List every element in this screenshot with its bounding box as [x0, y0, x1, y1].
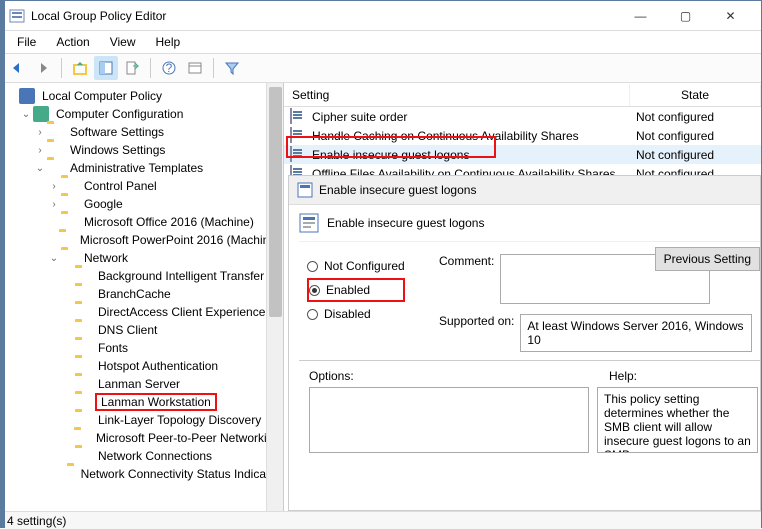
tree-lanman-workstation[interactable]: Lanman Workstation: [95, 393, 217, 411]
computer-icon: [33, 106, 49, 122]
back-button[interactable]: [5, 56, 29, 80]
menu-view[interactable]: View: [102, 33, 144, 51]
column-headers: Setting State: [284, 83, 761, 107]
settings-row[interactable]: Enable insecure guest logons Not configu…: [284, 145, 761, 164]
twisty-icon[interactable]: ⌄: [47, 253, 61, 264]
tree-root[interactable]: Local Computer Policy: [39, 88, 165, 104]
tree-pane: Local Computer Policy ⌄ Computer Configur…: [1, 83, 284, 511]
tree-scrollbar[interactable]: [266, 83, 283, 511]
tree-bits[interactable]: Background Intelligent Transfer: [95, 268, 267, 284]
dialog-title: Enable insecure guest logons: [319, 183, 476, 197]
setting-name: Handle Caching on Continuous Availabilit…: [312, 129, 636, 143]
tree-google[interactable]: Google: [81, 196, 126, 212]
setting-icon: [290, 127, 292, 143]
twisty-icon[interactable]: ›: [33, 127, 47, 138]
tree-computer-config[interactable]: Computer Configuration: [53, 106, 186, 122]
window-title: Local Group Policy Editor: [31, 9, 618, 23]
tree-software-settings[interactable]: Software Settings: [67, 124, 167, 140]
setting-name: Enable insecure guest logons: [312, 148, 636, 162]
toolbar-separator: [213, 58, 214, 78]
settings-row[interactable]: Cipher suite order Not configured: [284, 107, 761, 126]
menu-action[interactable]: Action: [48, 33, 97, 51]
minimize-button[interactable]: —: [618, 2, 663, 30]
toolbar-separator: [150, 58, 151, 78]
radio-disabled[interactable]: Disabled: [307, 302, 405, 326]
forward-button[interactable]: [31, 56, 55, 80]
options-label: Options:: [309, 369, 609, 383]
settings-list-pane: Setting State Cipher suite order Not con…: [284, 83, 761, 511]
setting-large-icon: [299, 213, 319, 233]
show-hide-tree-button[interactable]: [94, 56, 118, 80]
filter-button[interactable]: [220, 56, 244, 80]
property-dialog: Enable insecure guest logons Enable inse…: [288, 175, 761, 511]
radio-enabled[interactable]: Enabled: [307, 278, 405, 302]
policy-tree[interactable]: Local Computer Policy ⌄ Computer Configur…: [1, 83, 283, 487]
setting-state: Not configured: [636, 148, 714, 162]
tree-p2p[interactable]: Microsoft Peer-to-Peer Networking: [93, 430, 283, 446]
radio-icon: [307, 309, 318, 320]
setting-state: Not configured: [636, 129, 714, 143]
comment-label: Comment:: [439, 254, 494, 304]
supported-label: Supported on:: [439, 314, 514, 328]
toolbar: ?: [1, 53, 761, 83]
app-icon: [9, 8, 25, 24]
twisty-icon[interactable]: ›: [33, 145, 47, 156]
col-state[interactable]: State: [630, 84, 761, 106]
tree-admin-templates[interactable]: Administrative Templates: [67, 160, 206, 176]
up-button[interactable]: [68, 56, 92, 80]
tree-office[interactable]: Microsoft Office 2016 (Machine): [81, 214, 257, 230]
title-bar: Local Group Policy Editor — ▢ ✕: [1, 1, 761, 31]
status-bar: 4 setting(s): [1, 511, 761, 529]
twisty-icon[interactable]: ⌄: [33, 163, 47, 174]
policy-root-icon: [19, 88, 35, 104]
help-button[interactable]: ?: [157, 56, 181, 80]
twisty-icon[interactable]: ›: [47, 199, 61, 210]
options-box[interactable]: [309, 387, 589, 453]
tree-branchcache[interactable]: BranchCache: [95, 286, 174, 302]
status-text: 4 setting(s): [7, 514, 66, 528]
toolbar-separator: [61, 58, 62, 78]
twisty-icon[interactable]: ›: [47, 181, 61, 192]
tree-hotspot[interactable]: Hotspot Authentication: [95, 358, 221, 374]
maximize-button[interactable]: ▢: [663, 2, 708, 30]
radio-not-configured[interactable]: Not Configured: [307, 254, 405, 278]
col-setting[interactable]: Setting: [284, 84, 630, 106]
scrollbar-thumb[interactable]: [269, 87, 282, 317]
menu-bar: File Action View Help: [1, 31, 761, 53]
dialog-icon: [297, 182, 313, 198]
close-button[interactable]: ✕: [708, 2, 753, 30]
tree-net-status[interactable]: Network Connectivity Status Indicator: [78, 466, 283, 482]
setting-state: Not configured: [636, 110, 714, 124]
tree-windows-settings[interactable]: Windows Settings: [67, 142, 168, 158]
settings-row[interactable]: Handle Caching on Continuous Availabilit…: [284, 126, 761, 145]
menu-help[interactable]: Help: [148, 33, 189, 51]
tree-control-panel[interactable]: Control Panel: [81, 178, 160, 194]
setting-name: Cipher suite order: [312, 110, 636, 124]
setting-icon: [290, 146, 292, 162]
setting-icon: [290, 108, 292, 124]
help-box: This policy setting determines whether t…: [597, 387, 758, 453]
twisty-icon[interactable]: ⌄: [19, 109, 33, 120]
tree-network[interactable]: Network: [81, 250, 131, 266]
menu-file[interactable]: File: [9, 33, 44, 51]
previous-setting-button[interactable]: Previous Setting: [655, 247, 760, 271]
supported-box: At least Windows Server 2016, Windows 10: [520, 314, 752, 352]
radio-icon: [307, 261, 318, 272]
tree-fonts[interactable]: Fonts: [95, 340, 131, 356]
tree-directaccess[interactable]: DirectAccess Client Experience: [95, 304, 268, 320]
tree-powerpoint[interactable]: Microsoft PowerPoint 2016 (Machine): [77, 232, 283, 248]
svg-text:?: ?: [166, 61, 173, 75]
help-text: This policy setting determines whether t…: [604, 392, 751, 453]
export-button[interactable]: [120, 56, 144, 80]
dialog-setting-name: Enable insecure guest logons: [327, 216, 484, 230]
tree-dns[interactable]: DNS Client: [95, 322, 160, 338]
tree-lanman-server[interactable]: Lanman Server: [95, 376, 183, 392]
radio-icon: [309, 285, 320, 296]
tree-lltd[interactable]: Link-Layer Topology Discovery: [95, 412, 264, 428]
tree-net-connections[interactable]: Network Connections: [95, 448, 215, 464]
help-label: Help:: [609, 369, 637, 383]
properties-button[interactable]: [183, 56, 207, 80]
